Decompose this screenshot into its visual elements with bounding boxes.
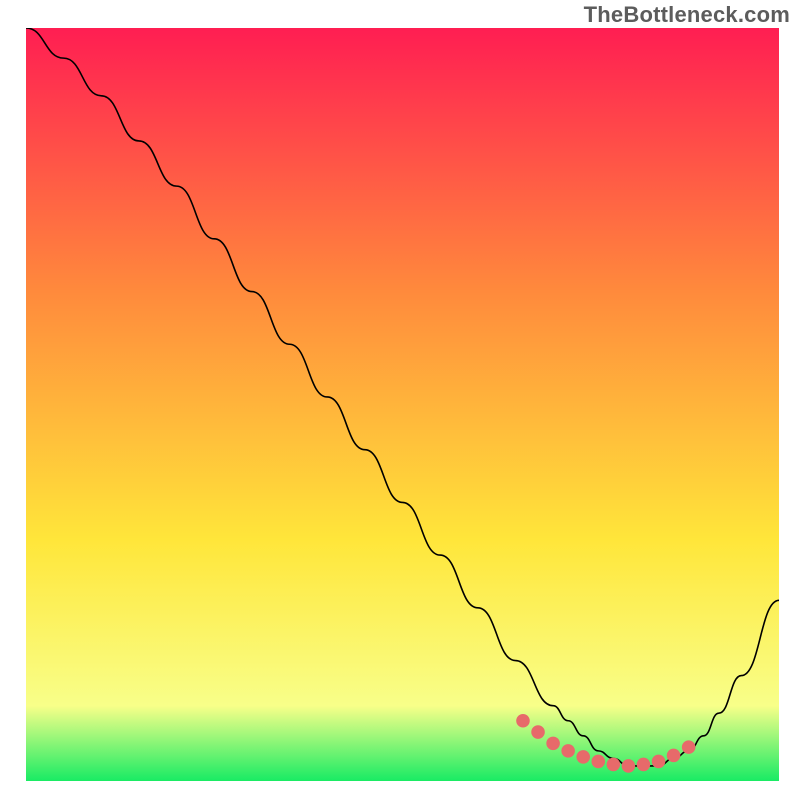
watermark-text: TheBottleneck.com	[584, 2, 790, 28]
optimal-dot	[652, 755, 666, 769]
chart-svg	[26, 28, 779, 781]
optimal-dot	[682, 740, 696, 754]
optimal-dot	[576, 750, 590, 764]
optimal-dot	[592, 755, 606, 769]
optimal-dot	[516, 714, 530, 728]
optimal-dot	[561, 744, 575, 758]
optimal-dot	[622, 759, 636, 773]
optimal-dot	[637, 758, 651, 772]
optimal-dot	[607, 758, 621, 772]
optimal-dot	[546, 737, 560, 751]
optimal-dot	[667, 749, 681, 763]
plot-area	[26, 28, 779, 781]
chart-container: TheBottleneck.com	[0, 0, 800, 800]
optimal-dot	[531, 725, 545, 739]
